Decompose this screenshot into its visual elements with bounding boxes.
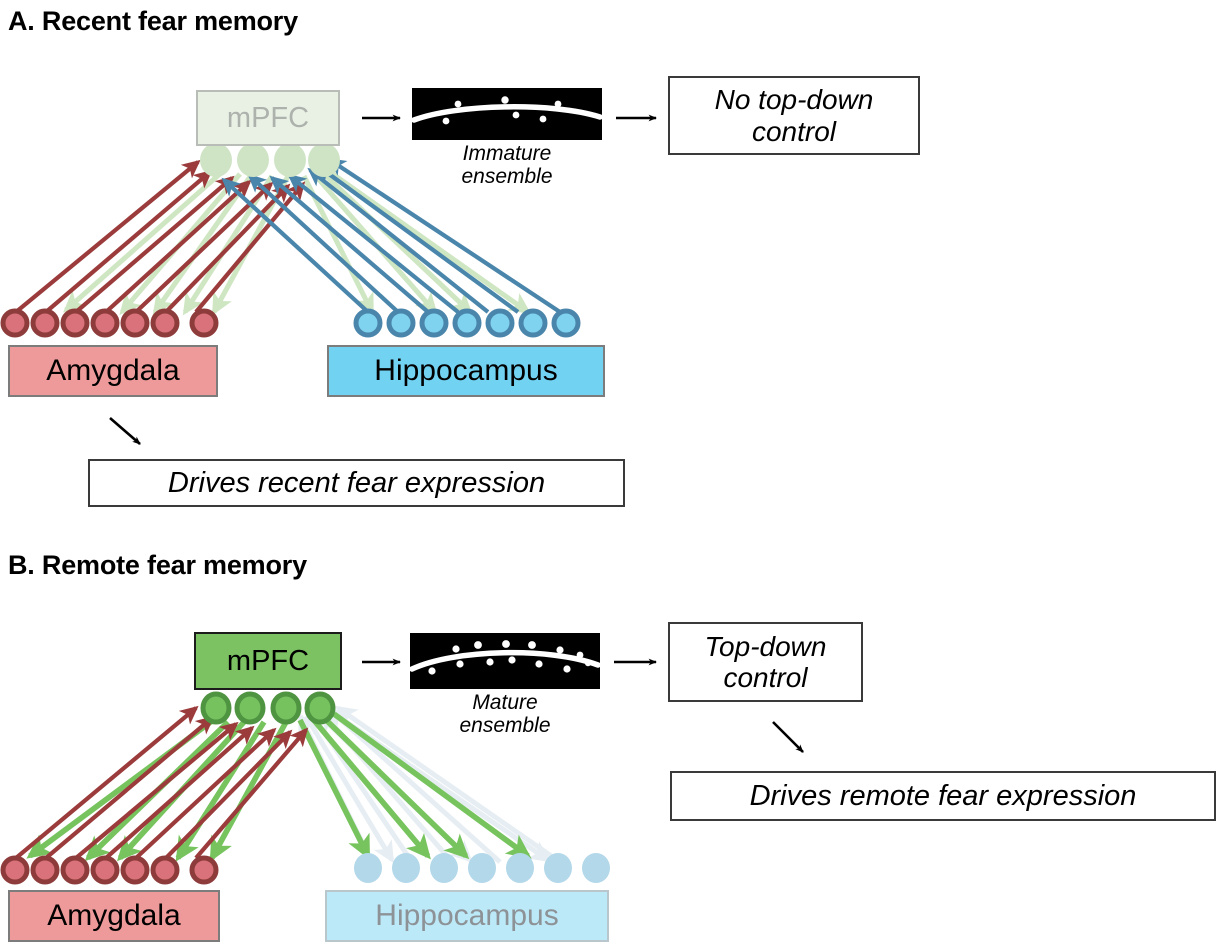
hippocampus-label-b: Hippocampus bbox=[375, 899, 559, 932]
top-down-control-box: Top-down control bbox=[668, 622, 863, 702]
hippocampus-label-a: Hippocampus bbox=[374, 354, 558, 387]
immature-ensemble-caption: Immature ensemble bbox=[412, 142, 602, 188]
mature-ensemble-caption: Mature ensemble bbox=[410, 691, 600, 737]
drives-remote-fear-expression-box: Drives remote fear expression bbox=[670, 771, 1216, 821]
no-top-down-control-box: No top-down control bbox=[668, 76, 920, 155]
drives-remote-label: Drives remote fear expression bbox=[749, 779, 1137, 812]
hippocampus-box-panel-b: Hippocampus bbox=[325, 890, 609, 942]
mpfc-box-panel-a: mPFC bbox=[196, 90, 340, 146]
panel-b-title: B. Remote fear memory bbox=[8, 550, 307, 580]
no-top-down-line1: No top-down bbox=[714, 84, 874, 116]
mpfc-label-a: mPFC bbox=[226, 101, 310, 134]
mature-ensemble-figure: Mature ensemble bbox=[410, 633, 600, 737]
mpfc-box-panel-b: mPFC bbox=[194, 632, 342, 690]
immature-ensemble-caption-line1: Immature bbox=[462, 142, 552, 165]
top-down-line1: Top-down bbox=[704, 630, 827, 662]
hippocampus-box-panel-a: Hippocampus bbox=[327, 345, 605, 397]
mature-ensemble-image bbox=[410, 633, 600, 689]
mpfc-label-b: mPFC bbox=[226, 644, 310, 677]
immature-ensemble-caption-line2: ensemble bbox=[461, 164, 553, 188]
panel-a-title: A. Recent fear memory bbox=[8, 6, 298, 36]
immature-ensemble-figure: Immature ensemble bbox=[412, 88, 602, 188]
amygdala-box-panel-a: Amygdala bbox=[8, 345, 218, 397]
immature-ensemble-image bbox=[412, 88, 602, 140]
top-down-line2: control bbox=[723, 662, 808, 693]
mature-ensemble-caption-line2: ensemble bbox=[459, 713, 551, 737]
amygdala-label-b: Amygdala bbox=[47, 899, 181, 932]
mature-ensemble-caption-line1: Mature bbox=[472, 691, 538, 714]
drives-recent-fear-expression-box: Drives recent fear expression bbox=[88, 459, 625, 507]
drives-recent-label: Drives recent fear expression bbox=[167, 466, 546, 499]
amygdala-label-a: Amygdala bbox=[46, 354, 180, 387]
no-top-down-line2: control bbox=[751, 115, 837, 147]
amygdala-box-panel-b: Amygdala bbox=[8, 890, 220, 942]
